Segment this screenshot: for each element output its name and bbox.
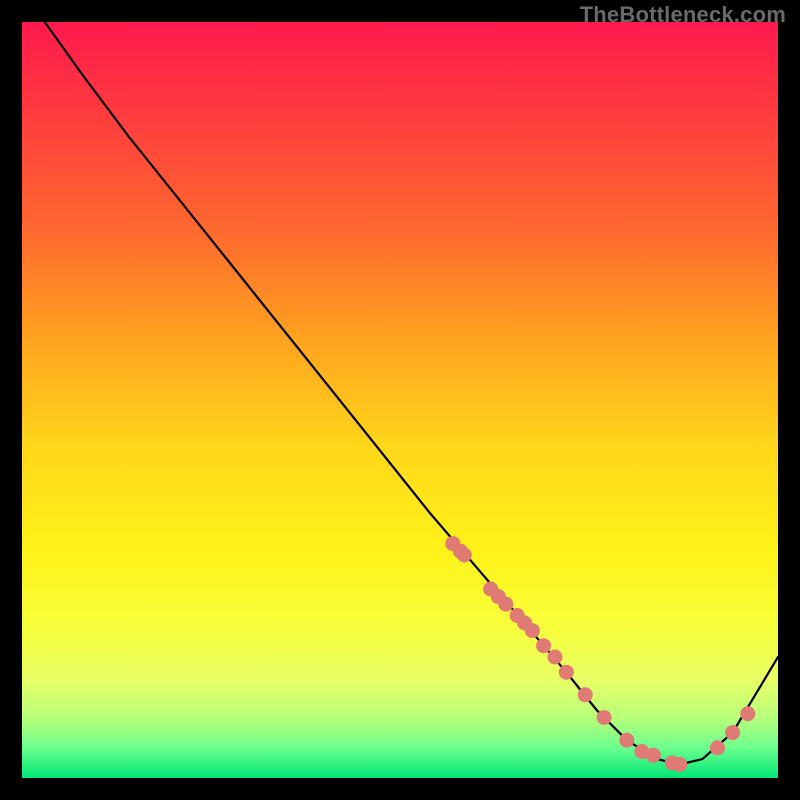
data-point [559,665,574,680]
data-point [498,597,513,612]
data-point [457,548,472,563]
data-point [597,710,612,725]
data-point [740,706,755,721]
data-point [525,623,540,638]
data-point [646,748,661,763]
data-point [672,757,687,772]
bottleneck-curve [45,22,778,764]
data-point [725,725,740,740]
chart-canvas [22,22,778,778]
curve-data-points [445,536,755,772]
data-point [578,687,593,702]
watermark-text: TheBottleneck.com [580,2,786,28]
data-point [536,638,551,653]
data-point [548,650,563,665]
data-point [619,733,634,748]
chart-svg [22,22,778,778]
data-point [710,740,725,755]
